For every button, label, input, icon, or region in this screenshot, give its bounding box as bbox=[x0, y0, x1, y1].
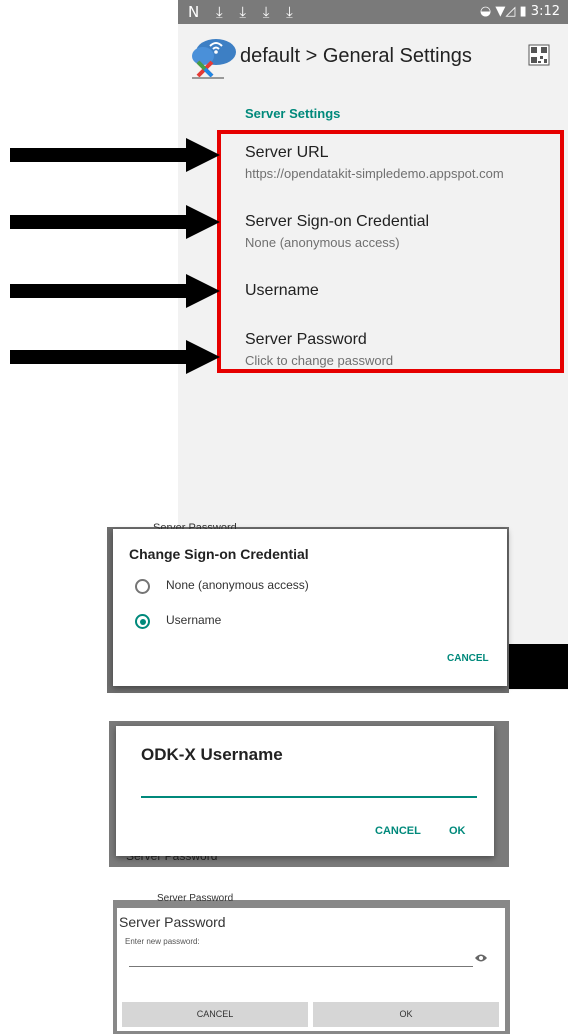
backdrop-peek-text: Server Password bbox=[157, 893, 234, 904]
password-dialog: Server Password Enter new password: CANC… bbox=[117, 908, 505, 1031]
eye-icon[interactable] bbox=[474, 953, 488, 963]
status-bar: N ⤓ ⤓ ⤓ ⤓ ◒ ▼◿ ▮ 3:12 bbox=[178, 0, 568, 24]
qr-code-icon[interactable] bbox=[528, 44, 550, 66]
dialog-title: Change Sign-on Credential bbox=[129, 546, 309, 562]
dialog-title: ODK-X Username bbox=[141, 745, 283, 764]
radio-checked-icon[interactable] bbox=[135, 614, 150, 629]
cancel-label: CANCEL bbox=[196, 1009, 234, 1019]
highlight-box bbox=[217, 130, 564, 373]
notification-icons: N ⤓ ⤓ ⤓ ⤓ bbox=[188, 3, 299, 21]
arrow-right-icon bbox=[10, 205, 220, 239]
section-header-server-settings: Server Settings bbox=[245, 106, 341, 121]
arrow-right-icon bbox=[10, 340, 220, 374]
page-title: default > General Settings bbox=[240, 45, 472, 67]
odk-cloud-logo-icon bbox=[192, 39, 236, 79]
arrow-right-icon bbox=[10, 138, 220, 172]
credential-dialog: Change Sign-on Credential None (anonymou… bbox=[113, 529, 507, 686]
nav-bar-fragment bbox=[507, 644, 568, 689]
ok-label: OK bbox=[399, 1009, 413, 1019]
status-right: ◒ ▼◿ ▮ 3:12 bbox=[480, 4, 560, 19]
ok-button[interactable]: OK bbox=[313, 1002, 499, 1027]
clock: 3:12 bbox=[530, 4, 560, 19]
radio-option-username[interactable]: Username bbox=[133, 611, 433, 631]
cancel-button[interactable]: CANCEL bbox=[447, 653, 489, 664]
dialog-title: Server Password bbox=[119, 914, 226, 930]
radio-option-none[interactable]: None (anonymous access) bbox=[133, 576, 433, 596]
password-prompt: Enter new password: bbox=[125, 937, 200, 946]
password-input[interactable] bbox=[129, 950, 473, 967]
username-input[interactable] bbox=[141, 776, 477, 798]
app-bar: default > General Settings bbox=[178, 24, 568, 88]
arrow-right-icon bbox=[10, 274, 220, 308]
radio-label: None (anonymous access) bbox=[166, 578, 309, 592]
radio-label: Username bbox=[166, 613, 222, 627]
signal-icon: ◒ ▼◿ ▮ bbox=[479, 4, 527, 19]
cancel-button[interactable]: CANCEL bbox=[375, 825, 421, 837]
radio-unchecked-icon[interactable] bbox=[135, 579, 150, 594]
username-dialog: ODK-X Username CANCEL OK bbox=[116, 726, 494, 856]
ok-button[interactable]: OK bbox=[449, 825, 466, 837]
cancel-button[interactable]: CANCEL bbox=[122, 1002, 308, 1027]
